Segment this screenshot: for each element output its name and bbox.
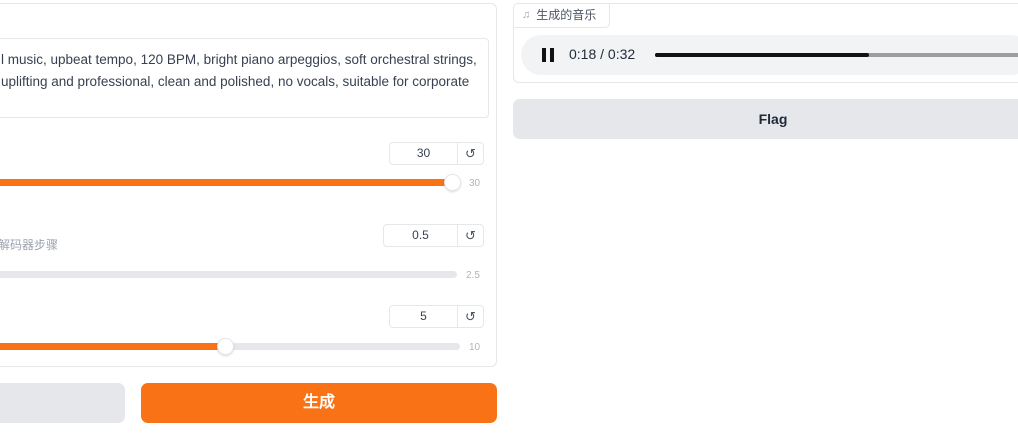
decoder-steps-value[interactable]: 0.5 — [384, 225, 457, 246]
audio-progress-fill — [655, 53, 869, 57]
guidance-number-input[interactable]: 5 ↺ — [389, 305, 484, 328]
guidance-max-label: 10 — [469, 342, 481, 353]
pause-icon[interactable] — [542, 48, 554, 62]
guidance-slider-fill — [0, 343, 225, 350]
audio-player[interactable]: 0:18 / 0:32 — [521, 35, 1018, 75]
flag-button[interactable]: Flag — [513, 99, 1018, 139]
reset-icon[interactable]: ↺ — [457, 306, 483, 327]
audio-output-label: ♫ 生成的音乐 — [513, 3, 610, 28]
reset-icon[interactable]: ↺ — [457, 225, 483, 246]
decoder-steps-info: 解码器步骤 — [0, 238, 59, 252]
decoder-steps-slider[interactable] — [0, 271, 457, 278]
duration-slider[interactable] — [0, 174, 461, 191]
music-note-icon: ♫ — [522, 9, 531, 21]
decoder-steps-max-label: 2.5 — [466, 270, 480, 281]
guidance-value[interactable]: 5 — [390, 306, 457, 327]
duration-number-input[interactable]: 30 ↺ — [389, 142, 484, 165]
duration-max-label: 30 — [469, 178, 481, 189]
guidance-slider-thumb[interactable] — [217, 338, 234, 355]
generate-button[interactable]: 生成 — [141, 383, 497, 423]
duration-value[interactable]: 30 — [390, 143, 457, 164]
reset-icon[interactable]: ↺ — [457, 143, 483, 164]
duration-slider-thumb[interactable] — [444, 174, 461, 191]
audio-time: 0:18 / 0:32 — [569, 46, 636, 62]
decoder-steps-number-input[interactable]: 0.5 ↺ — [383, 224, 484, 247]
prompt-line-1: l music, upbeat tempo, 120 BPM, bright p… — [1, 52, 477, 67]
clear-button[interactable] — [0, 383, 125, 423]
guidance-slider[interactable] — [0, 338, 460, 355]
prompt-line-2: uplifting and professional, clean and po… — [1, 74, 470, 89]
audio-label-text: 生成的音乐 — [536, 8, 597, 22]
audio-progress-bar[interactable] — [655, 53, 1018, 57]
prompt-textarea[interactable]: l music, upbeat tempo, 120 BPM, bright p… — [0, 38, 489, 118]
duration-slider-fill — [0, 179, 452, 186]
